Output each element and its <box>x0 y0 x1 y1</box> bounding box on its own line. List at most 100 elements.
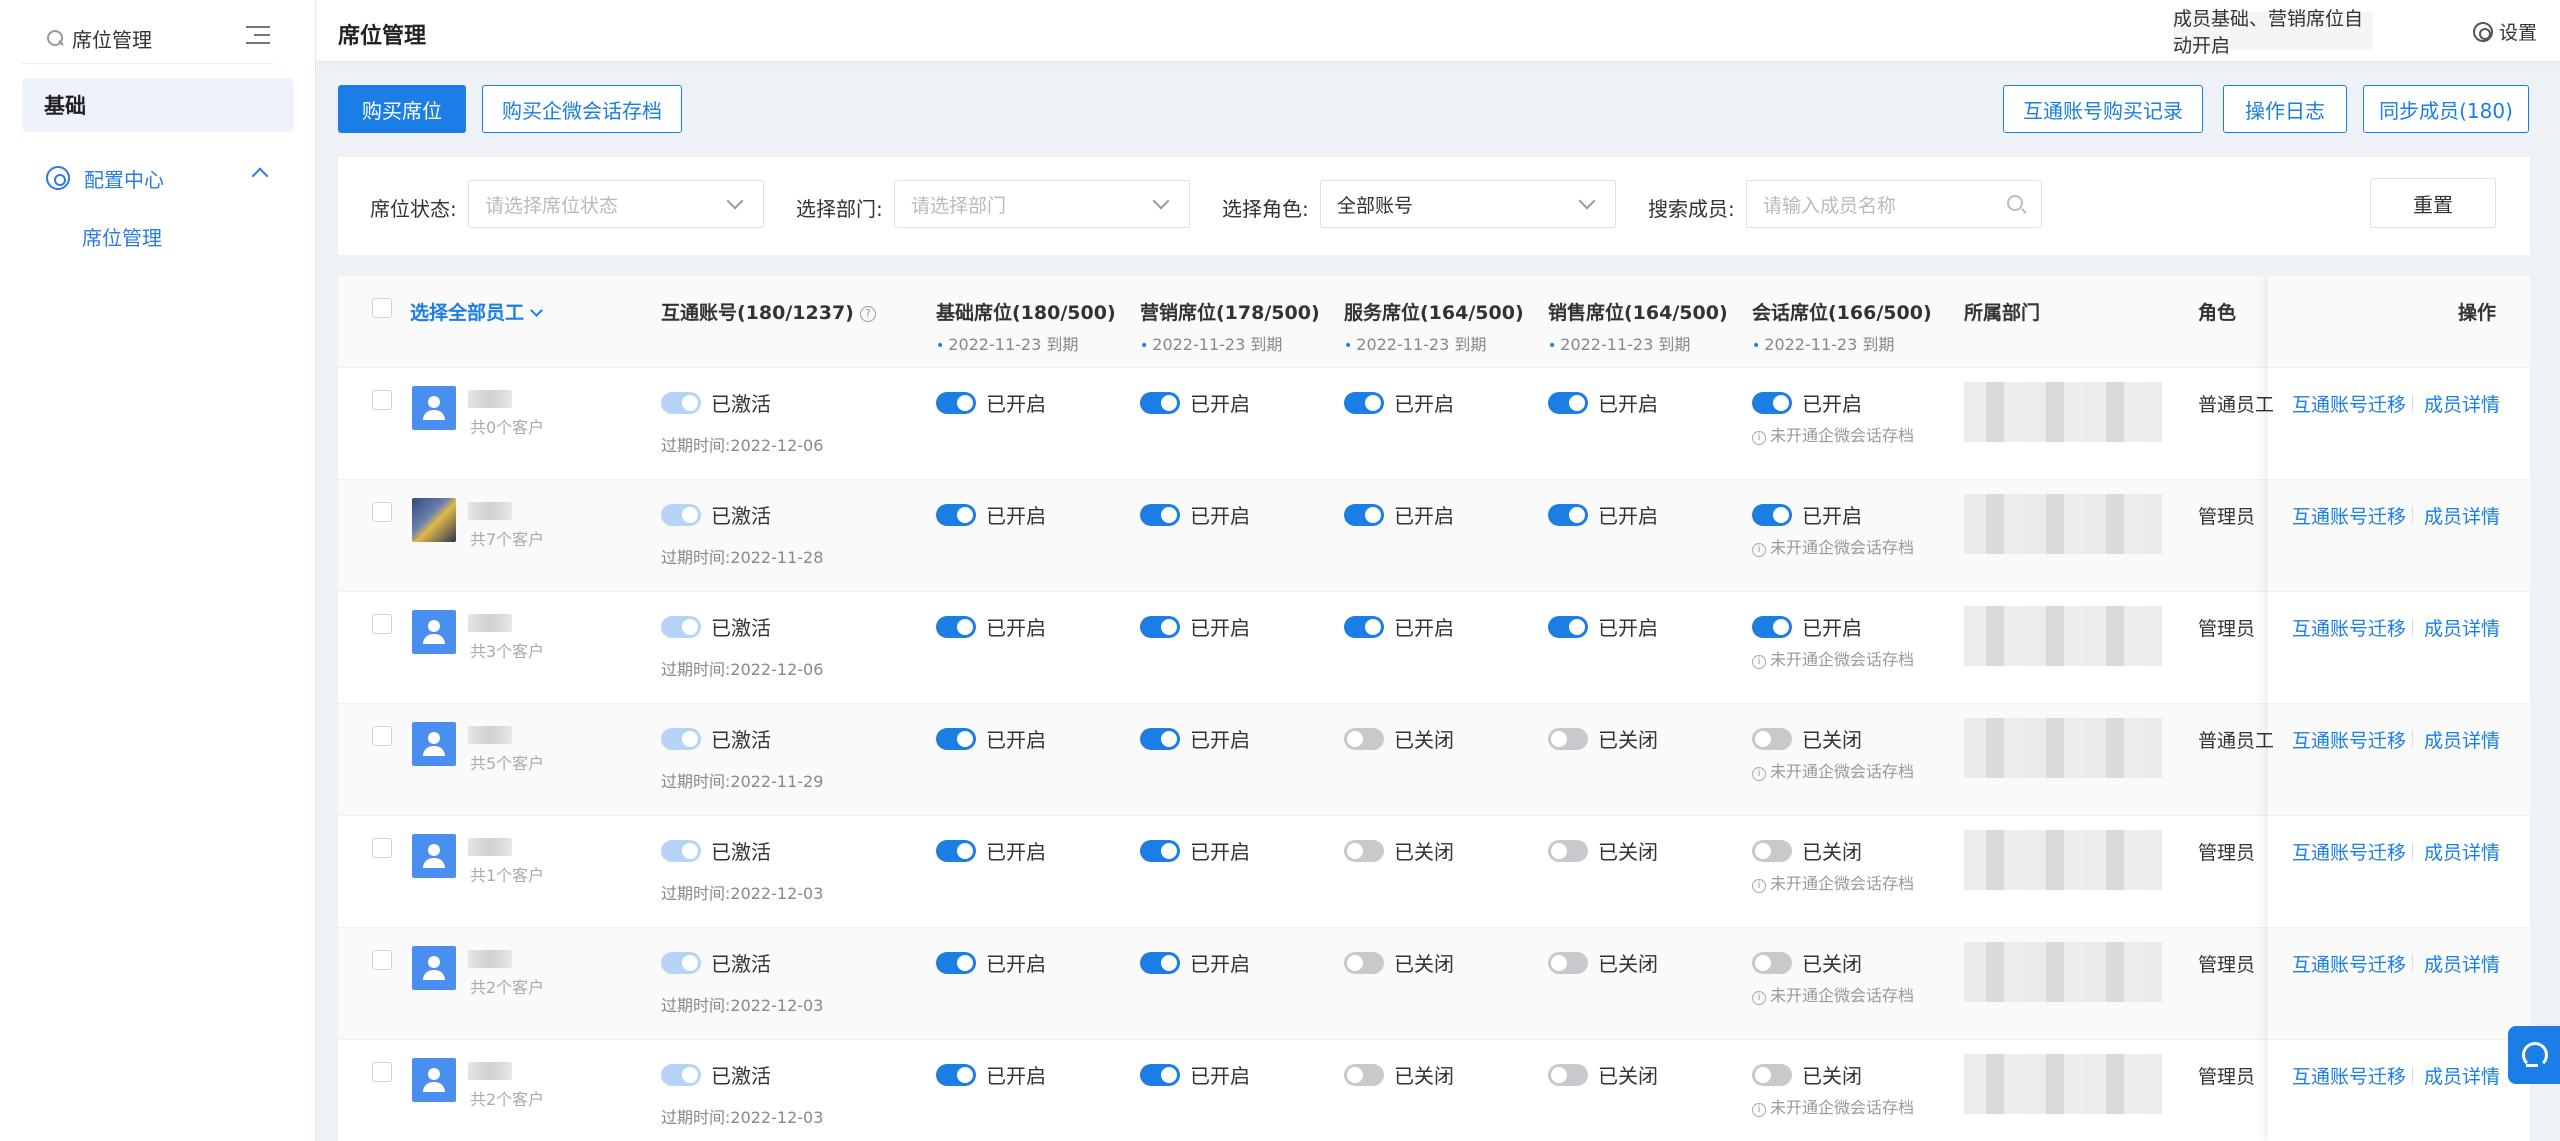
service-seat-toggle[interactable] <box>1344 392 1384 414</box>
reset-button[interactable]: 重置 <box>2370 178 2496 228</box>
service-seat-toggle[interactable] <box>1344 840 1384 862</box>
sales-seat-toggle[interactable] <box>1548 1064 1588 1086</box>
basic-seat-toggle[interactable] <box>936 504 976 526</box>
divider <box>2412 618 2413 636</box>
chat-archive-note: i 未开通企微会话存档 <box>1752 1094 1914 1118</box>
basic-seat-toggle[interactable] <box>936 616 976 638</box>
chat-seat-toggle[interactable] <box>1752 392 1792 414</box>
row-checkbox[interactable] <box>372 390 392 410</box>
marketing-seat-toggle[interactable] <box>1140 504 1180 526</box>
migrate-account-link[interactable]: 互通账号迁移 <box>2292 614 2406 641</box>
page-header: 席位管理 成员基础、营销席位自动开启 设置 <box>316 0 2560 62</box>
marketing-seat-toggle[interactable] <box>1140 616 1180 638</box>
sidebar-search-value[interactable]: 席位管理 <box>72 24 274 53</box>
role-select[interactable]: 全部账号 <box>1320 180 1616 228</box>
migrate-account-link[interactable]: 互通账号迁移 <box>2292 502 2406 529</box>
department-redacted <box>1964 606 2162 666</box>
member-search-input[interactable]: 请输入成员名称 <box>1746 180 2042 228</box>
sidebar-item-config-center[interactable]: 配置中心 <box>22 158 294 198</box>
seat-status-select[interactable]: 请选择席位状态 <box>468 180 764 228</box>
chevron-up-icon <box>251 167 269 185</box>
expiry-note: 2022-11-23 到期 <box>1344 331 1524 355</box>
sync-members-button[interactable]: 同步成员(180) <box>2363 85 2529 133</box>
basic-seat-toggle[interactable] <box>936 392 976 414</box>
basic-seat-toggle[interactable] <box>936 728 976 750</box>
sidebar-search[interactable]: 席位管理 <box>22 14 274 64</box>
service-seat-toggle[interactable] <box>1344 728 1384 750</box>
table-row: 共0个客户 已激活 过期时间:2022-12-06 已开启 已开启 已开启 已开启 已开启 i 未… <box>338 368 2530 480</box>
row-checkbox[interactable] <box>372 838 392 858</box>
migrate-account-link[interactable]: 互通账号迁移 <box>2292 726 2406 753</box>
member-detail-link[interactable]: 成员详情 <box>2424 838 2500 865</box>
customer-count: 共2个客户 <box>470 978 545 997</box>
customer-count: 共0个客户 <box>470 418 545 437</box>
sidebar-group-basic[interactable]: 基础 <box>22 78 294 132</box>
member-detail-link[interactable]: 成员详情 <box>2424 614 2500 641</box>
chat-seat-toggle[interactable] <box>1752 504 1792 526</box>
row-checkbox[interactable] <box>372 950 392 970</box>
member-detail-link[interactable]: 成员详情 <box>2424 726 2500 753</box>
sales-seat-toggle[interactable] <box>1548 504 1588 526</box>
service-seat-toggle[interactable] <box>1344 616 1384 638</box>
search-icon[interactable] <box>2007 195 2023 211</box>
purchase-records-button[interactable]: 互通账号购买记录 <box>2003 85 2203 133</box>
select-all-dropdown[interactable]: 选择全部员工 <box>410 298 541 325</box>
migrate-account-link[interactable]: 互通账号迁移 <box>2292 390 2406 417</box>
marketing-seat-toggle[interactable] <box>1140 392 1180 414</box>
sales-seat-toggle[interactable] <box>1548 728 1588 750</box>
row-checkbox[interactable] <box>372 1062 392 1082</box>
sales-seat-toggle[interactable] <box>1548 952 1588 974</box>
migrate-account-link[interactable]: 互通账号迁移 <box>2292 1062 2406 1089</box>
chat-seat-toggle[interactable] <box>1752 952 1792 974</box>
marketing-seat-status: 已开启 <box>1190 504 1250 528</box>
member-detail-link[interactable]: 成员详情 <box>2424 1062 2500 1089</box>
op-log-button[interactable]: 操作日志 <box>2223 85 2347 133</box>
role-value: 管理员 <box>2198 1066 2256 1088</box>
col-marketing-label: 营销席位(178/500) <box>1140 302 1320 324</box>
migrate-account-link[interactable]: 互通账号迁移 <box>2292 838 2406 865</box>
service-seat-toggle[interactable] <box>1344 504 1384 526</box>
chat-seat-status: 已关闭 <box>1802 840 1862 864</box>
marketing-seat-toggle[interactable] <box>1140 728 1180 750</box>
help-icon[interactable]: ? <box>859 306 876 322</box>
interop-status: 已激活 <box>711 392 771 416</box>
marketing-seat-status: 已开启 <box>1190 840 1250 864</box>
sidebar-item-seat-management[interactable]: 席位管理 <box>82 222 162 251</box>
select-all-checkbox[interactable] <box>372 298 392 318</box>
row-checkbox[interactable] <box>372 614 392 634</box>
basic-seat-toggle[interactable] <box>936 840 976 862</box>
marketing-seat-toggle[interactable] <box>1140 952 1180 974</box>
sales-seat-toggle[interactable] <box>1548 616 1588 638</box>
migrate-account-link[interactable]: 互通账号迁移 <box>2292 950 2406 977</box>
table-row: 共7个客户 已激活 过期时间:2022-11-28 已开启 已开启 已开启 已开启 已开启 i 未… <box>338 480 2530 592</box>
buy-seats-button[interactable]: 购买席位 <box>338 85 466 133</box>
department-redacted <box>1964 718 2162 778</box>
member-detail-link[interactable]: 成员详情 <box>2424 502 2500 529</box>
chat-seat-status: 已关闭 <box>1802 728 1862 752</box>
service-seat-toggle[interactable] <box>1344 1064 1384 1086</box>
chat-seat-toggle[interactable] <box>1752 840 1792 862</box>
settings-button[interactable]: 设置 <box>2473 18 2537 45</box>
sales-seat-toggle[interactable] <box>1548 840 1588 862</box>
member-detail-link[interactable]: 成员详情 <box>2424 950 2500 977</box>
role-value: 管理员 <box>2198 842 2256 864</box>
basic-seat-toggle[interactable] <box>936 1064 976 1086</box>
buy-archive-button[interactable]: 购买企微会话存档 <box>482 85 682 133</box>
marketing-seat-toggle[interactable] <box>1140 1064 1180 1086</box>
chat-seat-toggle[interactable] <box>1752 616 1792 638</box>
dept-select[interactable]: 请选择部门 <box>894 180 1190 228</box>
member-name-redacted <box>468 726 512 744</box>
basic-seat-toggle[interactable] <box>936 952 976 974</box>
row-checkbox[interactable] <box>372 726 392 746</box>
col-dept: 所属部门 <box>1964 302 2041 324</box>
menu-collapse-icon[interactable] <box>246 26 272 48</box>
marketing-seat-toggle[interactable] <box>1140 840 1180 862</box>
member-detail-link[interactable]: 成员详情 <box>2424 390 2500 417</box>
expire-time: 过期时间:2022-11-29 <box>661 772 824 791</box>
chat-seat-toggle[interactable] <box>1752 728 1792 750</box>
customer-service-icon[interactable] <box>2508 1026 2560 1084</box>
service-seat-toggle[interactable] <box>1344 952 1384 974</box>
chat-seat-toggle[interactable] <box>1752 1064 1792 1086</box>
row-checkbox[interactable] <box>372 502 392 522</box>
sales-seat-toggle[interactable] <box>1548 392 1588 414</box>
